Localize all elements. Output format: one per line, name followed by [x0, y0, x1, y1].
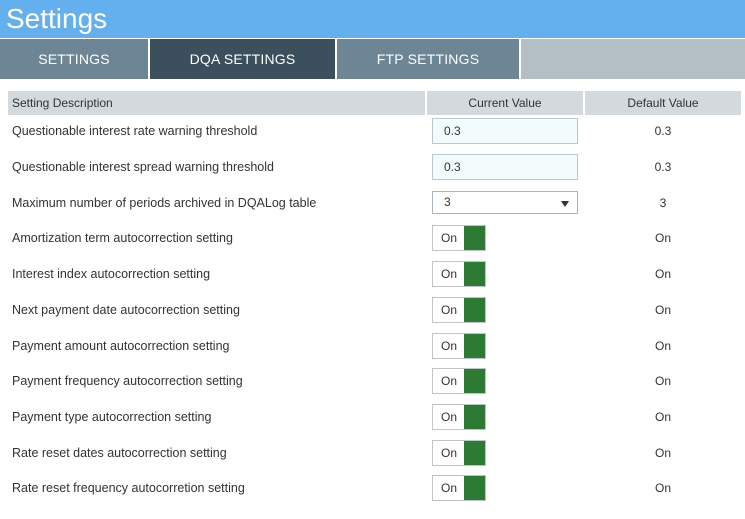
toggle-knob: [464, 262, 485, 286]
column-header-default: Default Value: [585, 91, 741, 115]
toggle-knob: [464, 226, 485, 250]
toggle-label: On: [440, 231, 457, 245]
toggle-label: On: [440, 267, 457, 281]
tab-bar: SETTINGS DQA SETTINGS FTP SETTINGS: [0, 38, 745, 80]
page-title: Settings: [6, 3, 108, 34]
setting-description: Rate reset frequency autocorretion setti…: [12, 481, 245, 495]
toggle-label: On: [440, 374, 457, 388]
tab-dqa-settings[interactable]: DQA SETTINGS: [150, 39, 335, 79]
setting-description: Payment type autocorrection setting: [12, 410, 212, 424]
setting-description: Questionable interest rate warning thres…: [12, 124, 258, 138]
toggle-knob: [464, 405, 485, 429]
current-value-select[interactable]: 3: [432, 191, 578, 214]
default-value: On: [654, 267, 671, 281]
autocorrection-toggle[interactable]: On: [432, 225, 486, 251]
default-value: On: [654, 374, 671, 388]
table-row: Payment frequency autocorrection setting…: [0, 364, 745, 398]
tab-bar-filler: [521, 39, 745, 79]
tab-ftp-settings[interactable]: FTP SETTINGS: [337, 39, 519, 79]
table-row: Questionable interest rate warning thres…: [0, 114, 745, 148]
autocorrection-toggle[interactable]: On: [432, 368, 486, 394]
autocorrection-toggle[interactable]: On: [432, 440, 486, 466]
current-value-input[interactable]: 0.3: [432, 118, 578, 144]
toggle-label: On: [440, 481, 457, 495]
toggle-knob: [464, 298, 485, 322]
toggle-knob: [464, 369, 485, 393]
column-header-current: Current Value: [427, 91, 583, 115]
toggle-label: On: [440, 339, 457, 353]
autocorrection-toggle[interactable]: On: [432, 333, 486, 359]
table-row: Rate reset dates autocorrection setting O…: [0, 436, 745, 470]
chevron-down-icon: [561, 201, 569, 207]
toggle-label: On: [440, 446, 457, 460]
table-row: Interest index autocorrection setting On O…: [0, 257, 745, 291]
table-row: Next payment date autocorrection setting…: [0, 293, 745, 327]
toggle-label: On: [440, 303, 457, 317]
autocorrection-toggle[interactable]: On: [432, 404, 486, 430]
setting-description: Maximum number of periods archived in DQ…: [12, 196, 317, 210]
toggle-knob: [464, 441, 485, 465]
tab-settings[interactable]: SETTINGS: [0, 39, 148, 79]
autocorrection-toggle[interactable]: On: [432, 297, 486, 323]
toggle-knob: [464, 334, 485, 358]
setting-description: Questionable interest spread warning thr…: [12, 160, 274, 174]
setting-description: Amortization term autocorrection setting: [12, 231, 233, 245]
autocorrection-toggle[interactable]: On: [432, 475, 486, 501]
default-value: 0.3: [654, 124, 672, 138]
table-row: Rate reset frequency autocorretion setti…: [0, 471, 745, 505]
table-row: Maximum number of periods archived in DQ…: [0, 186, 745, 220]
setting-description: Next payment date autocorrection setting: [12, 303, 240, 317]
setting-description: Interest index autocorrection setting: [12, 267, 211, 281]
table-row: Payment amount autocorrection setting On O…: [0, 329, 745, 363]
default-value: On: [654, 481, 671, 495]
table-row: Amortization term autocorrection setting…: [0, 221, 745, 255]
title-bar: Settings: [0, 0, 745, 38]
default-value: On: [654, 303, 671, 317]
default-value: On: [654, 410, 671, 424]
select-value: 3: [444, 195, 451, 209]
default-value: On: [654, 446, 671, 460]
setting-description: Payment amount autocorrection setting: [12, 339, 230, 353]
table-row: Payment type autocorrection setting On On: [0, 400, 745, 434]
default-value: On: [654, 339, 671, 353]
setting-description: Payment frequency autocorrection setting: [12, 374, 243, 388]
setting-description: Rate reset dates autocorrection setting: [12, 446, 227, 460]
default-value: 3: [659, 196, 667, 210]
toggle-knob: [464, 476, 485, 500]
current-value-input[interactable]: 0.3: [432, 154, 578, 180]
table-row: Questionable interest spread warning thr…: [0, 150, 745, 184]
toggle-label: On: [440, 410, 457, 424]
default-value: On: [654, 231, 671, 245]
autocorrection-toggle[interactable]: On: [432, 261, 486, 287]
default-value: 0.3: [654, 160, 672, 174]
column-header-description: Setting Description: [8, 91, 425, 115]
